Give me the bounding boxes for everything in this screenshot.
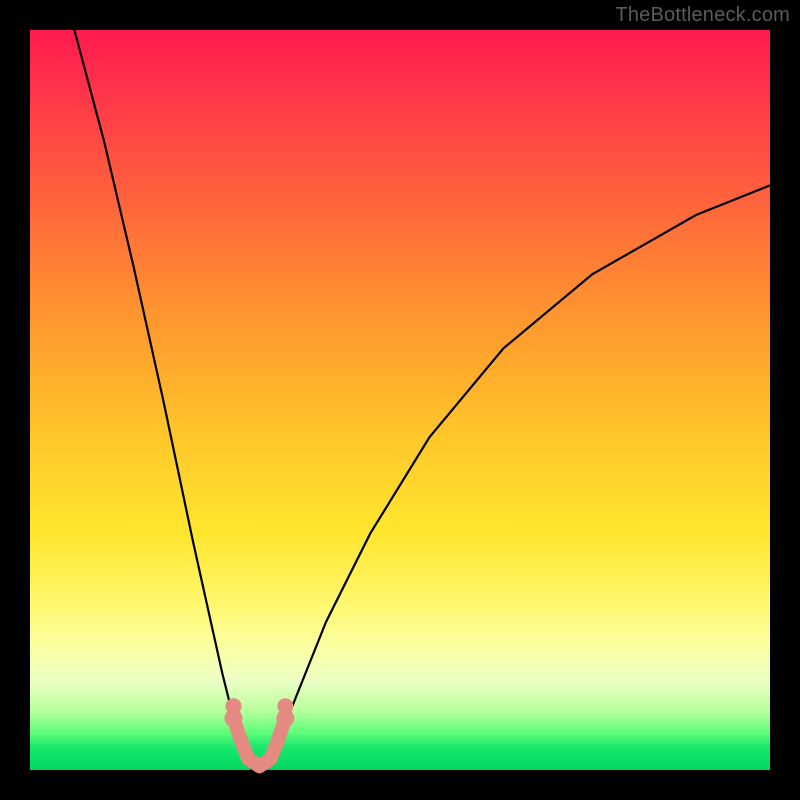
chart-frame: TheBottleneck.com (0, 0, 800, 800)
bottleneck-curve (74, 30, 770, 770)
watermark-text: TheBottleneck.com (615, 4, 790, 27)
sweet-spot-path (234, 718, 286, 766)
chart-svg (30, 30, 770, 770)
sweet-spot-endpoint (226, 698, 242, 714)
curve-path (74, 30, 770, 770)
sweet-spot-markers (225, 698, 295, 766)
plot-area (30, 30, 770, 770)
sweet-spot-endpoint (277, 698, 293, 714)
